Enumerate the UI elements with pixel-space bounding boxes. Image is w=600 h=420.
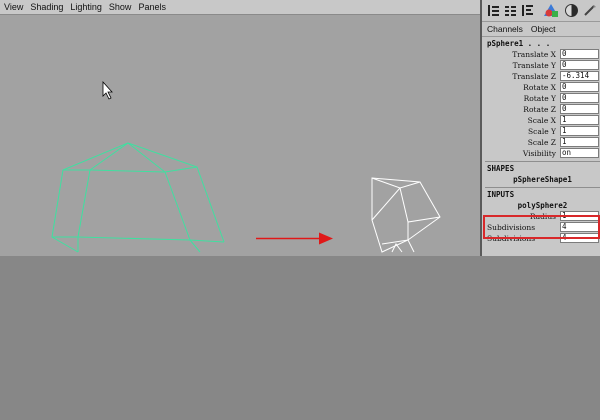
panel-menu-bar: View Shading Lighting Show Panels [0,0,480,15]
menu-panels[interactable]: Panels [134,0,169,14]
channel-label[interactable]: Rotate X [485,82,560,93]
channel-label[interactable]: Rotate Z [485,104,560,115]
pencil-icon[interactable] [582,3,597,18]
channel-label[interactable]: Rotate Y [485,93,560,104]
channel-box-toolbar [482,0,600,22]
channel-row[interactable]: Scale Y 1 [485,126,600,137]
menu-show[interactable]: Show [105,0,135,14]
channel-value[interactable]: 0 [560,82,599,92]
channel-value[interactable]: -6.314 [560,71,599,81]
channel-row[interactable]: Scale X 1 [485,115,600,126]
channel-row[interactable]: Rotate Y 0 [485,93,600,104]
shape-node-name[interactable]: pSphereShape1 [485,174,600,185]
channel-value[interactable]: 1 [560,115,599,125]
menu-lighting[interactable]: Lighting [66,0,105,14]
mouse-cursor-icon [102,80,113,100]
channel-value[interactable]: 0 [560,49,599,59]
channel-label[interactable]: Scale X [485,115,560,126]
channel-row[interactable]: Rotate X 0 [485,82,600,93]
subdivisions-highlight [483,215,600,239]
channel-layout-icon[interactable] [486,3,501,18]
channel-row[interactable]: Translate Y 0 [485,60,600,71]
channel-box-tabs: Channels Object [482,22,600,37]
channel-row[interactable]: Translate X 0 [485,49,600,60]
channel-value[interactable]: 1 [560,137,599,147]
tab-channels[interactable]: Channels [482,24,526,34]
channel-label[interactable]: Visibility [485,148,560,159]
attribute-layout-icon[interactable] [503,3,518,18]
channel-value[interactable]: 1 [560,126,599,136]
tab-object[interactable]: Object [526,24,559,34]
menu-view[interactable]: View [0,0,26,14]
channel-label[interactable]: Translate Y [485,60,560,71]
channel-row[interactable]: Rotate Z 0 [485,104,600,115]
inputs-header: INPUTS [487,190,515,199]
channel-label[interactable]: Scale Y [485,126,560,137]
scene-canvas[interactable] [0,0,480,256]
channel-row[interactable]: Visibility on [485,148,600,159]
channel-row[interactable]: Translate Z -6.314 [485,71,600,82]
channel-value[interactable]: 0 [560,104,599,114]
menu-shading[interactable]: Shading [26,0,66,14]
channel-value[interactable]: 0 [560,93,599,103]
channel-list: pSphere1 . . . Translate X 0 Translate Y… [485,38,600,244]
channel-box-panel: Channels Object pSphere1 . . . Translate… [480,0,600,256]
channel-value[interactable]: 0 [560,60,599,70]
object-name[interactable]: pSphere1 . . . [485,38,600,49]
channel-label[interactable]: Scale Z [485,137,560,148]
channel-row[interactable]: Scale Z 1 [485,137,600,148]
low-poly-wireframe[interactable] [371,177,441,253]
sphere-shading-icon[interactable] [564,3,579,18]
channel-label[interactable]: Translate Z [485,71,560,82]
layer-editor-icon[interactable] [520,3,535,18]
divider [485,161,600,162]
shapes-header: SHAPES [487,164,515,173]
input-node-name[interactable]: polySphere2 [485,200,600,211]
red-arrow-icon [256,232,333,245]
viewport[interactable]: View Shading Lighting Show Panels [0,0,480,256]
shape-tools-icon[interactable] [543,3,560,18]
divider [485,187,600,188]
channel-label[interactable]: Translate X [485,49,560,60]
channel-value[interactable]: on [560,148,599,158]
selected-sphere-wireframe[interactable] [51,142,225,253]
